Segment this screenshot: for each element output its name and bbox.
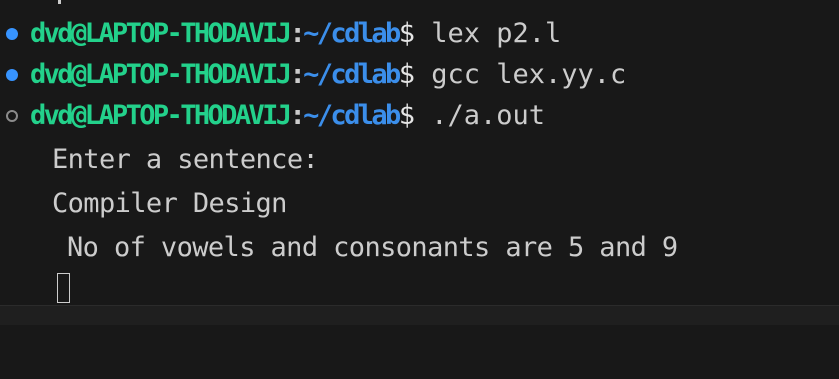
command-text: gcc lex.yy.c xyxy=(414,59,627,90)
prompt-user-host: dvd@LAPTOP-THODAVIJ xyxy=(30,18,292,49)
prompt-path: ~/cdlab xyxy=(303,18,401,49)
command-line: dvd@LAPTOP-THODAVIJ:~/cdlab$ gcc lex.yy.… xyxy=(0,57,626,93)
scrolled-text-fragment xyxy=(58,0,61,4)
prompt-symbol: $ xyxy=(398,18,415,49)
text-cursor[interactable] xyxy=(57,273,70,303)
terminal-panel[interactable]: dvd@LAPTOP-THODAVIJ:~/cdlab$ lex p2.l dv… xyxy=(0,6,839,306)
output-text: Enter a sentence: xyxy=(52,144,319,175)
command-text: ./a.out xyxy=(414,100,546,131)
prompt-separator: : xyxy=(289,18,305,49)
output-line: Enter a sentence: xyxy=(0,142,319,178)
terminal-bottom-edge xyxy=(0,305,839,325)
prompt: dvd@LAPTOP-THODAVIJ:~/cdlab$ gcc lex.yy.… xyxy=(30,57,626,93)
prompt: dvd@LAPTOP-THODAVIJ:~/cdlab$ ./a.out xyxy=(30,98,545,134)
prompt-separator: : xyxy=(289,59,305,90)
prompt: dvd@LAPTOP-THODAVIJ:~/cdlab$ lex p2.l xyxy=(30,16,561,52)
command-line: dvd@LAPTOP-THODAVIJ:~/cdlab$ ./a.out xyxy=(0,98,545,134)
prompt-path: ~/cdlab xyxy=(303,59,401,90)
prompt-separator: : xyxy=(289,100,305,131)
output-line: No of vowels and consonants are 5 and 9 xyxy=(0,230,678,266)
command-line: dvd@LAPTOP-THODAVIJ:~/cdlab$ lex p2.l xyxy=(0,16,561,52)
prompt-symbol: $ xyxy=(398,59,415,90)
command-success-decoration-icon[interactable] xyxy=(6,69,18,81)
input-line[interactable] xyxy=(0,271,70,307)
prompt-path: ~/cdlab xyxy=(303,100,401,131)
prompt-user-host: dvd@LAPTOP-THODAVIJ xyxy=(30,100,292,131)
output-text: Compiler Design xyxy=(52,188,287,219)
output-line: Compiler Design xyxy=(0,186,287,222)
prompt-symbol: $ xyxy=(398,100,415,131)
command-success-decoration-icon[interactable] xyxy=(6,28,18,40)
command-text: lex p2.l xyxy=(414,18,562,49)
prompt-user-host: dvd@LAPTOP-THODAVIJ xyxy=(30,59,292,90)
output-text: No of vowels and consonants are 5 and 9 xyxy=(67,232,678,263)
command-running-decoration-icon[interactable] xyxy=(6,110,18,122)
